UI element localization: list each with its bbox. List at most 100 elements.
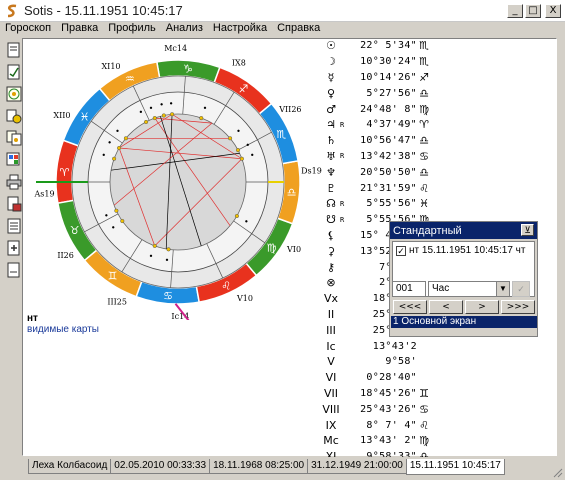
planet-glyph-icon: ♂ [326,102,336,116]
horoscope-icon[interactable] [6,42,22,58]
maximize-button[interactable]: □ [525,3,541,18]
planet-glyph-icon: Mc [323,434,339,448]
zodiac-sign-icon: ♈ [419,118,429,132]
retrograde-marker: R [340,215,345,224]
minimize-button[interactable]: _ [507,3,523,18]
planet-glyph-icon: • [159,101,164,110]
natal-chart-wheel[interactable]: ♈ ♉ ♊ ♋ ♌ ♍ ♎ ♏ ♐ ♑ ♒ ♓ As19 II26 III25 Ic14 V10 VI0 Ds19 V… [30,40,330,331]
planet-glyph-icon: II [327,307,335,321]
zodiac-sign-icon: ♌ [221,279,231,292]
menu-edit[interactable]: Правка [56,22,103,34]
step-unit-select[interactable]: Час ▼ [428,281,510,297]
position-row: VI 0°28'40" [322,370,432,386]
planet-glyph-icon: ☽ [326,55,336,69]
horoscope-tabs: Леха Колбасоид 02.05.2010 00:33:33 18.11.1… [28,459,505,475]
planet-glyph-icon: • [101,151,106,160]
step-forward-button[interactable]: > [465,300,499,314]
planet-marker [112,156,117,161]
export-icon[interactable] [6,196,22,212]
resize-grip-icon[interactable] [551,466,563,478]
planet-glyph-icon: VII [323,386,338,400]
planet-glyph-icon: • [111,223,116,232]
house-label: XII0 [53,111,70,120]
position-value: 13°43' 2" [360,435,417,447]
position-row: VII 18°45'26" ♊ [322,386,432,402]
horoscope-tab[interactable]: 18.11.1968 08:25:00 [209,459,309,474]
step-back-button[interactable]: < [429,300,463,314]
planet-glyph-icon: • [165,256,170,265]
step-back-fast-button[interactable]: <<< [393,300,427,314]
zodiac-sign-icon: ♋ [419,149,429,163]
planet-marker [123,136,128,141]
zodiac-sign-icon: ♓ [419,197,429,211]
zodiac-sign-icon: ♈ [59,166,69,179]
panel-title: Стандартный ⊻ [390,222,537,239]
step-value-input[interactable]: 001 [392,281,426,297]
house-label: VII26 [278,105,301,114]
zodiac-sign-icon: ♏ [419,55,429,69]
chart-caption-title: нт [27,313,38,324]
horoscope-date-entry[interactable]: нт 15.11.1951 10:45:17 чт [409,245,525,256]
position-row: ☿ 10°14'26" ♐ [322,70,432,86]
aspects-icon[interactable] [6,86,22,102]
horoscope-tab[interactable]: 02.05.2010 00:33:33 [110,459,211,474]
planet-glyph-icon: ♀ [326,86,336,100]
planet-glyph-icon: • [169,99,174,108]
position-value: 20°50'50" [360,166,417,178]
planet-marker [239,156,244,161]
zodiac-sign-icon: ♏ [276,128,286,141]
zodiac-sign-icon: ♌ [419,181,429,195]
position-value: 5°55'56" [366,198,417,210]
planet-glyph-icon: ☋ [326,213,336,227]
print-icon[interactable] [6,174,22,190]
transit-icon[interactable] [6,108,22,124]
menu-help[interactable]: Справка [272,22,325,34]
planet-glyph-icon: ♃ [326,118,336,132]
planet-glyph-icon: Ic [326,339,336,353]
position-value: 13°43'2 [372,340,417,352]
horoscope-tab[interactable]: 15.11.1951 10:45:17 [405,459,505,475]
horoscope-tab[interactable]: Леха Колбасоид [28,459,112,474]
chevron-down-icon[interactable]: ▼ [496,282,509,296]
planet-marker [114,208,119,213]
edit-icon[interactable] [6,64,22,80]
position-value: 9°58' [385,356,417,368]
compare-icon[interactable] [6,130,22,146]
position-row: ♂ 24°48' 8" ♍ [322,101,432,117]
step-forward-fast-button[interactable]: >>> [501,300,535,314]
add-icon[interactable] [6,240,22,256]
planet-glyph-icon: ♄ [326,134,336,148]
menu-settings[interactable]: Настройка [208,22,272,34]
menu-analysis[interactable]: Анализ [161,22,208,34]
planet-glyph-icon: ☊ [326,197,336,211]
planet-glyph-icon: IX [325,418,337,432]
close-button[interactable]: X [545,3,561,18]
zodiac-sign-icon: ♐ [419,70,429,84]
aspect-core [109,113,247,251]
position-row: ♅ R 13°42'38" ♋ [322,149,432,165]
table-icon[interactable] [6,218,22,234]
position-value: 10°56'47" [360,135,417,147]
apply-button[interactable]: ✓ [512,281,530,297]
position-row: ♇ 21°31'59" ♌ [322,180,432,196]
pin-icon[interactable]: ⊻ [521,224,534,236]
menu-profile[interactable]: Профиль [103,22,161,34]
position-row: V 9°58' [322,354,432,370]
position-value: 22° 5'34" [360,40,417,52]
planet-glyph-icon: • [244,218,249,227]
planet-marker [170,112,175,117]
house-label: XI10 [101,62,120,71]
planet-marker [166,247,171,252]
position-row: ☉ 22° 5'34" ♏ [322,38,432,54]
menu-horoscope[interactable]: Гороскоп [0,22,56,34]
page-icon[interactable] [6,262,22,278]
planet-glyph-icon: Vx [323,292,339,306]
screen-list-item[interactable]: 1 Основной экран [391,316,537,328]
zodiac-sign-icon: ♐ [238,83,248,96]
retrograde-marker: R [340,120,345,129]
colors-icon[interactable] [6,152,22,168]
horoscope-checkbox[interactable]: ✓ [396,246,406,256]
horoscope-tab[interactable]: 31.12.1949 21:00:00 [307,459,407,474]
position-row: Mc 13°43' 2" ♍ [322,433,432,449]
time-navigation-panel: Стандартный ⊻ ✓ нт 15.11.1951 10:45:17 ч… [389,221,538,337]
